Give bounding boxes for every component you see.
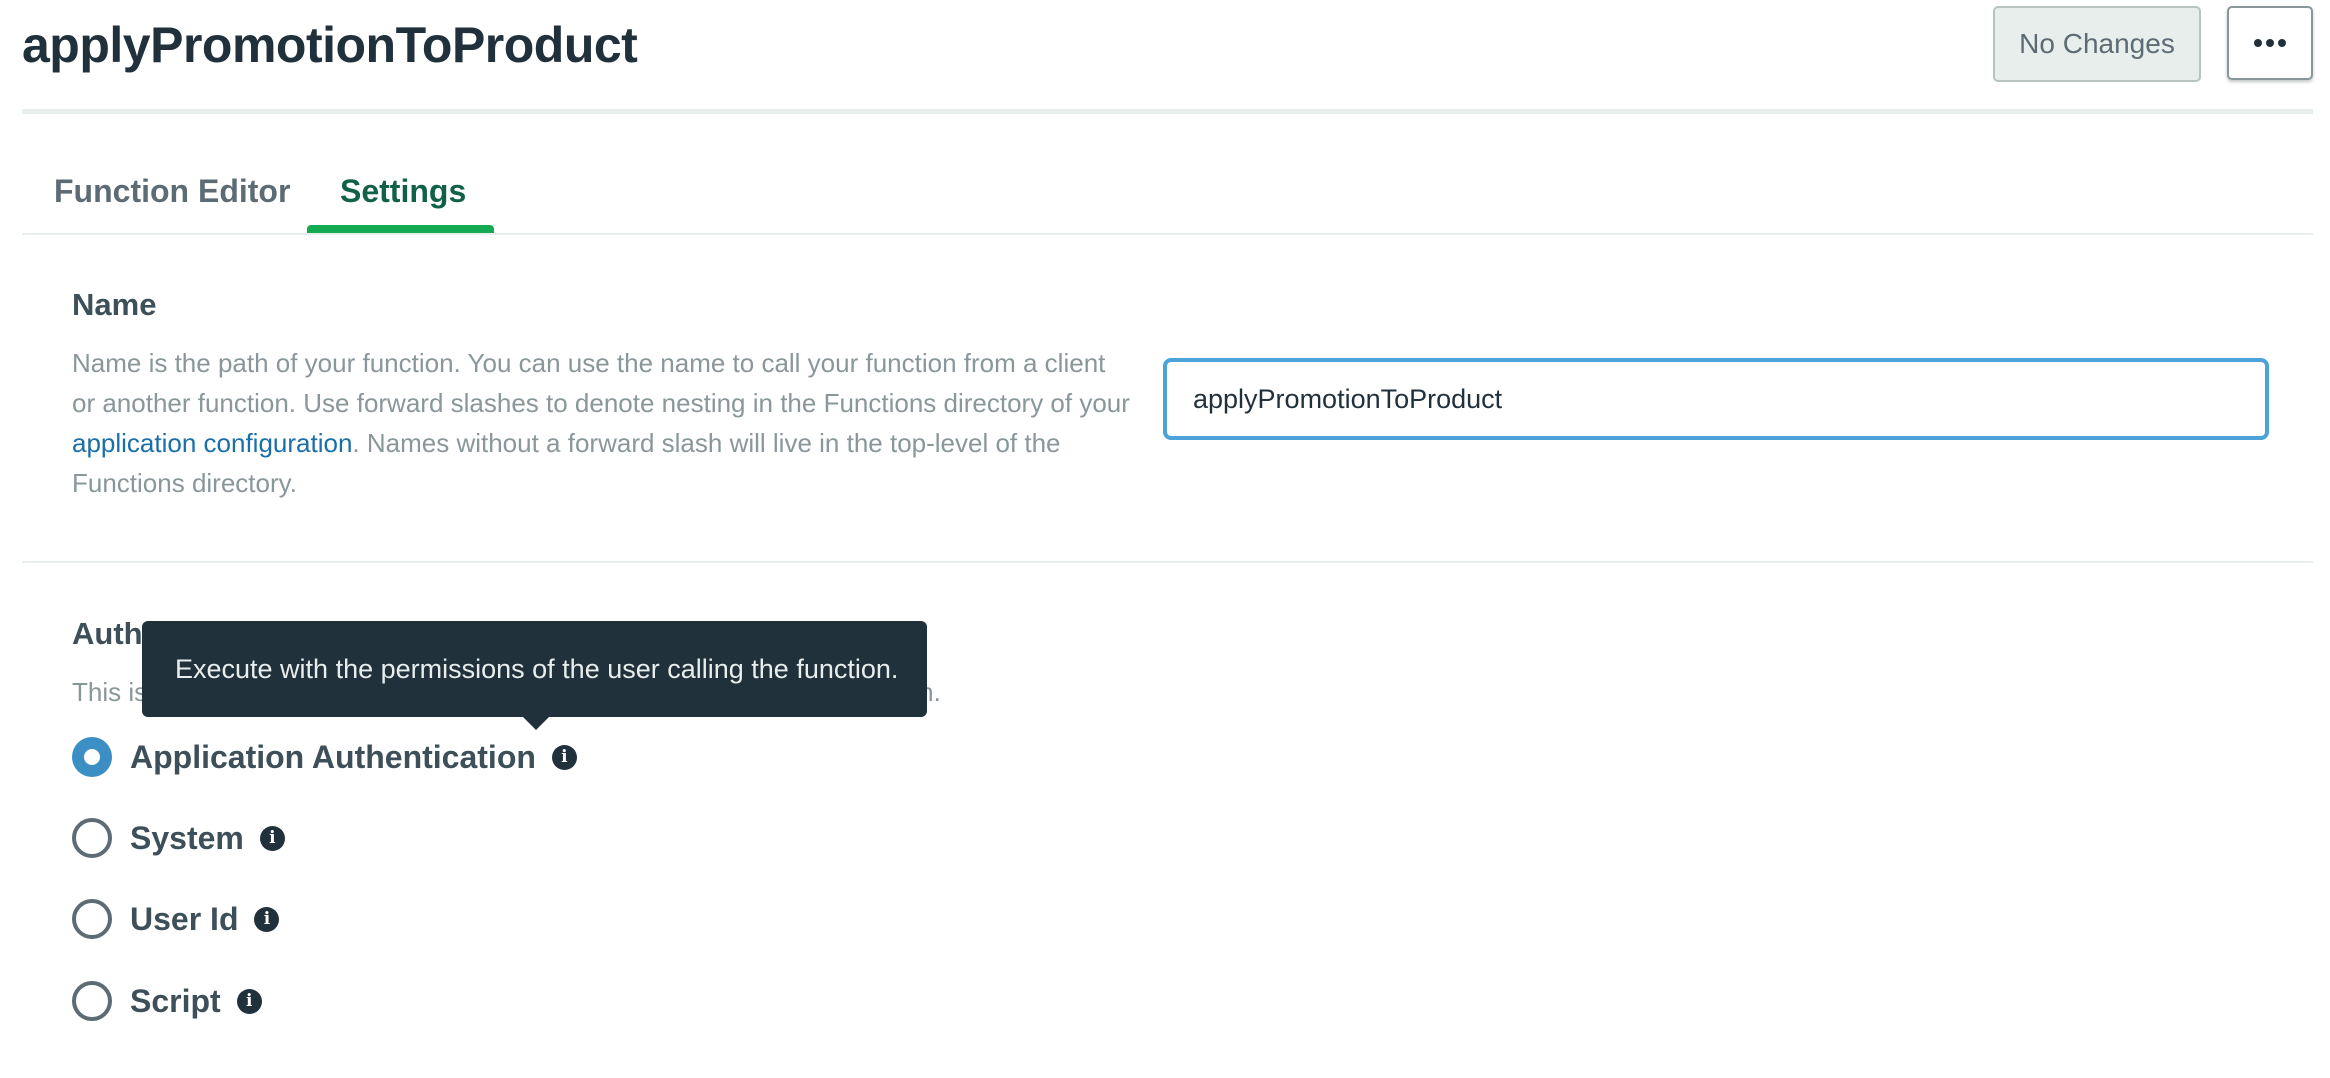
info-icon[interactable]: i: [254, 906, 280, 932]
name-section-description: Name is the path of your function. You c…: [72, 343, 1132, 503]
auth-option-application-authentication[interactable]: Application Authentication i: [72, 732, 577, 782]
radio-button[interactable]: [72, 981, 112, 1021]
tooltip: Execute with the permissions of the user…: [142, 621, 927, 717]
ellipsis-icon-dot: [2278, 39, 2286, 47]
section-divider: [22, 561, 2313, 563]
auth-option-label: System: [130, 819, 244, 856]
ellipsis-icon-dot: [2266, 39, 2274, 47]
active-tab-indicator: [307, 225, 494, 233]
info-icon[interactable]: i: [259, 825, 285, 851]
auth-option-label: Application Authentication: [130, 738, 536, 775]
function-name-input[interactable]: [1163, 358, 2269, 440]
radio-button[interactable]: [72, 818, 112, 858]
auth-option-script[interactable]: Script i: [72, 976, 262, 1026]
tab-function-editor[interactable]: Function Editor: [54, 166, 290, 216]
page-title: applyPromotionToProduct: [22, 17, 638, 73]
name-description-text: Name is the path of your function. You c…: [72, 348, 1130, 418]
authentication-section-heading: Auth: [72, 616, 143, 651]
tooltip-arrow: [522, 716, 550, 730]
application-configuration-link[interactable]: application configuration: [72, 428, 352, 458]
ellipsis-icon: [2254, 39, 2262, 47]
tab-settings[interactable]: Settings: [340, 166, 466, 216]
name-section-heading: Name: [72, 287, 157, 322]
radio-button-checked[interactable]: [72, 737, 112, 777]
auth-option-system[interactable]: System i: [72, 813, 285, 863]
function-settings-page: applyPromotionToProduct No Changes Funct…: [0, 0, 2330, 1078]
more-options-button[interactable]: [2227, 6, 2313, 80]
no-changes-button[interactable]: No Changes: [1993, 6, 2201, 82]
info-icon[interactable]: i: [551, 744, 577, 770]
auth-description-start: This is: [72, 677, 148, 707]
header-divider: [22, 109, 2313, 114]
auth-option-label: User Id: [130, 900, 239, 937]
tabs-divider: [22, 233, 2313, 235]
auth-option-label: Script: [130, 982, 221, 1019]
radio-button[interactable]: [72, 899, 112, 939]
info-icon[interactable]: i: [236, 988, 262, 1014]
auth-option-user-id[interactable]: User Id i: [72, 894, 280, 944]
